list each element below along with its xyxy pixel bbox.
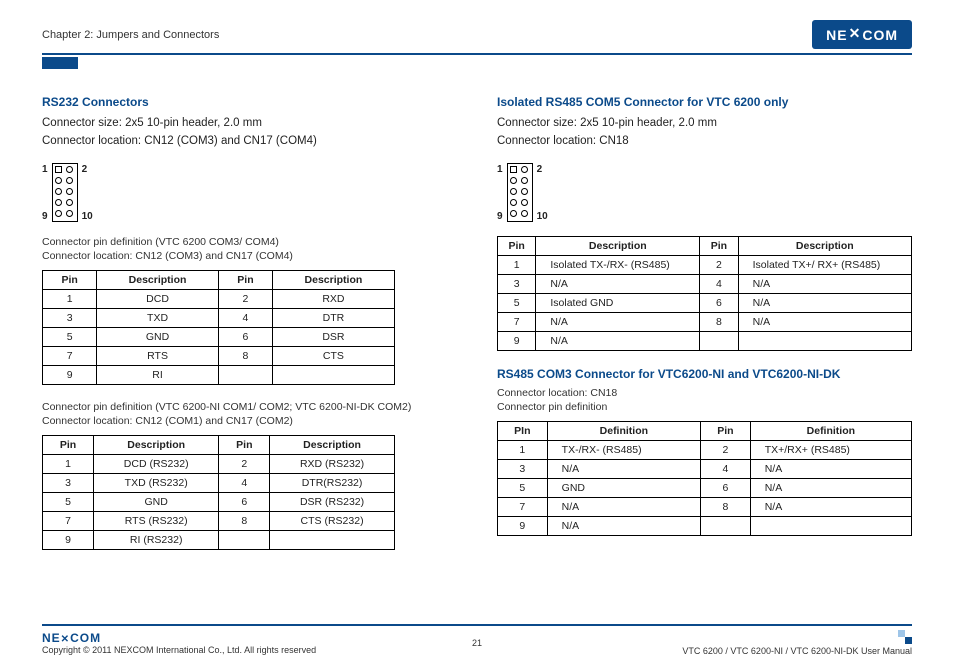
footer: NE✕COM Copyright © 2011 NEXCOM Internati… <box>42 624 912 656</box>
tbl1-caption1: Connector pin definition (VTC 6200 COM3/… <box>42 236 457 248</box>
pin-diagram-left: 19 210 <box>42 163 457 222</box>
manual-name: VTC 6200 / VTC 6200-NI / VTC 6200-NI-DK … <box>682 646 912 656</box>
rtbl2-cap2: Connector pin definition <box>497 401 912 413</box>
rs232-table-2: PinDescriptionPinDescription 1DCD (RS232… <box>42 435 395 550</box>
corner-icon <box>898 630 912 644</box>
rs485-title1: Isolated RS485 COM5 Connector for VTC 62… <box>497 95 912 109</box>
copyright: Copyright © 2011 NEXCOM International Co… <box>42 645 316 655</box>
right-column: Isolated RS485 COM5 Connector for VTC 62… <box>497 95 912 566</box>
tbl2-caption2: Connector location: CN12 (COM1) and CN17… <box>42 415 457 427</box>
brand-logo: NE✕COM <box>812 20 912 49</box>
rtbl2-cap1: Connector location: CN18 <box>497 387 912 399</box>
pin-diagram-right: 19 210 <box>497 163 912 222</box>
rs485-title2: RS485 COM3 Connector for VTC6200-NI and … <box>497 367 912 381</box>
chapter-label: Chapter 2: Jumpers and Connectors <box>42 29 219 41</box>
rs232-loc: Connector location: CN12 (COM3) and CN17… <box>42 133 457 149</box>
tbl1-caption2: Connector location: CN12 (COM3) and CN17… <box>42 250 457 262</box>
rs232-title: RS232 Connectors <box>42 95 457 109</box>
rs485-size: Connector size: 2x5 10-pin header, 2.0 m… <box>497 115 912 131</box>
rs485-loc: Connector location: CN18 <box>497 133 912 149</box>
rs232-size: Connector size: 2x5 10-pin header, 2.0 m… <box>42 115 457 131</box>
left-column: RS232 Connectors Connector size: 2x5 10-… <box>42 95 457 566</box>
header-bar: Chapter 2: Jumpers and Connectors NE✕COM <box>42 20 912 55</box>
page-number: 21 <box>472 638 482 648</box>
rs485-table-2: PInDefinitionPinDefinition 1TX-/RX- (RS4… <box>497 421 912 536</box>
rs232-table-1: PinDescriptionPinDescription 1DCD2RXD 3T… <box>42 270 395 385</box>
rs485-table-1: PinDescriptionPinDescription 1Isolated T… <box>497 236 912 351</box>
footer-logo: NE✕COM <box>42 631 101 645</box>
header-tab <box>42 57 78 69</box>
tbl2-caption1: Connector pin definition (VTC 6200-NI CO… <box>42 401 457 413</box>
